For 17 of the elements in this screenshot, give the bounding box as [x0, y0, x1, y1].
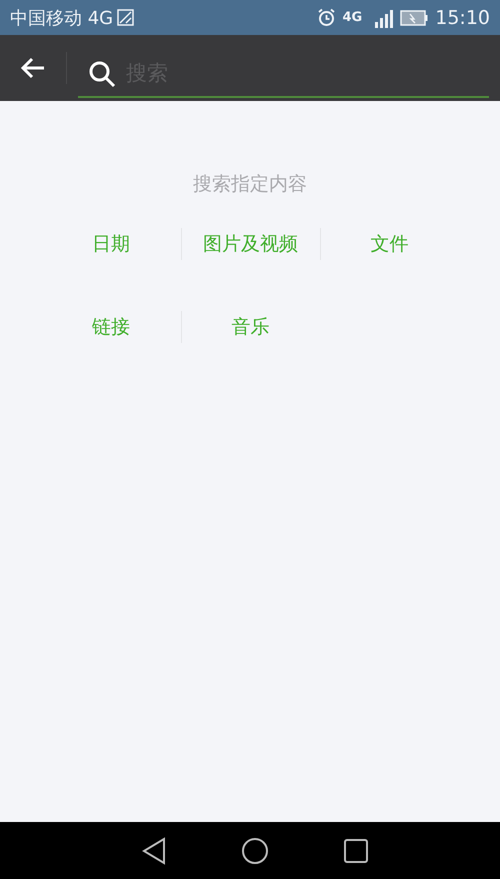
back-nav-button[interactable]	[141, 836, 167, 864]
category-link[interactable]: 音乐	[228, 312, 274, 342]
home-button[interactable]	[241, 836, 269, 864]
carrier-label: 中国移动 4G	[10, 6, 114, 30]
category-link[interactable]: 图片及视频	[199, 229, 302, 259]
category-link[interactable]: 日期	[88, 229, 134, 259]
alarm-icon	[316, 8, 336, 27]
search-hint: 搜索指定内容	[193, 172, 307, 197]
left-arrow-icon	[20, 57, 46, 79]
category-link[interactable]: 文件	[366, 229, 412, 259]
battery-icon	[400, 10, 428, 26]
recent-apps-button[interactable]	[343, 838, 369, 864]
network-type-label: 4G	[342, 10, 362, 25]
search-icon	[88, 60, 116, 88]
category-link[interactable]: 链接	[88, 312, 134, 342]
clock-time: 15:10	[435, 6, 490, 28]
image-icon	[117, 9, 134, 26]
